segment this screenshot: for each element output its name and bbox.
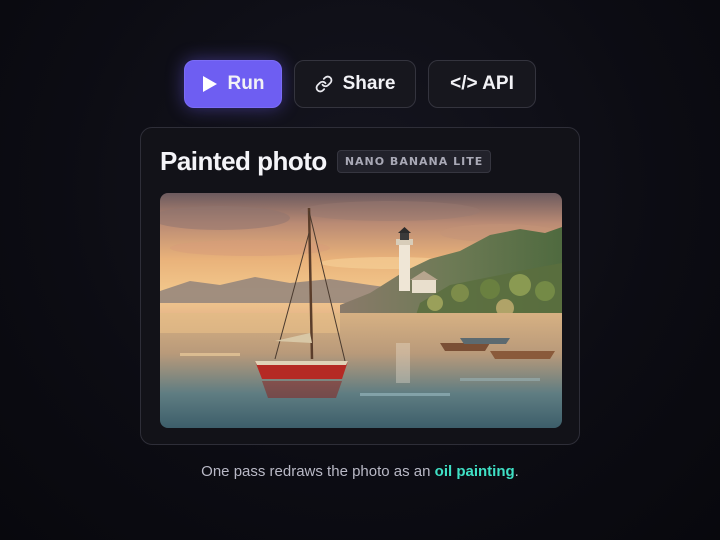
caption-text: One pass redraws the photo as an [201,463,435,480]
model-badge: NANO BANANA LITE [336,150,492,173]
toolbar: Run Share </> API [0,60,720,108]
api-button[interactable]: </> API [428,60,536,108]
caption-highlight: oil painting [434,463,515,480]
share-button[interactable]: Share [294,60,416,108]
caption-suffix: . [514,463,519,480]
play-icon [202,75,218,93]
result-card: Painted photo NANO BANANA LITE [140,127,580,445]
painted-photo-image [160,193,562,428]
link-icon [315,75,333,93]
card-header: Painted photo NANO BANANA LITE [160,146,492,177]
share-button-label: Share [342,73,396,94]
run-button-label: Run [227,73,265,94]
run-button[interactable]: Run [184,60,282,108]
card-title: Painted photo [160,146,327,176]
caption: One pass redraws the photo as an oil pai… [0,463,720,480]
api-button-label: </> API [450,73,514,94]
